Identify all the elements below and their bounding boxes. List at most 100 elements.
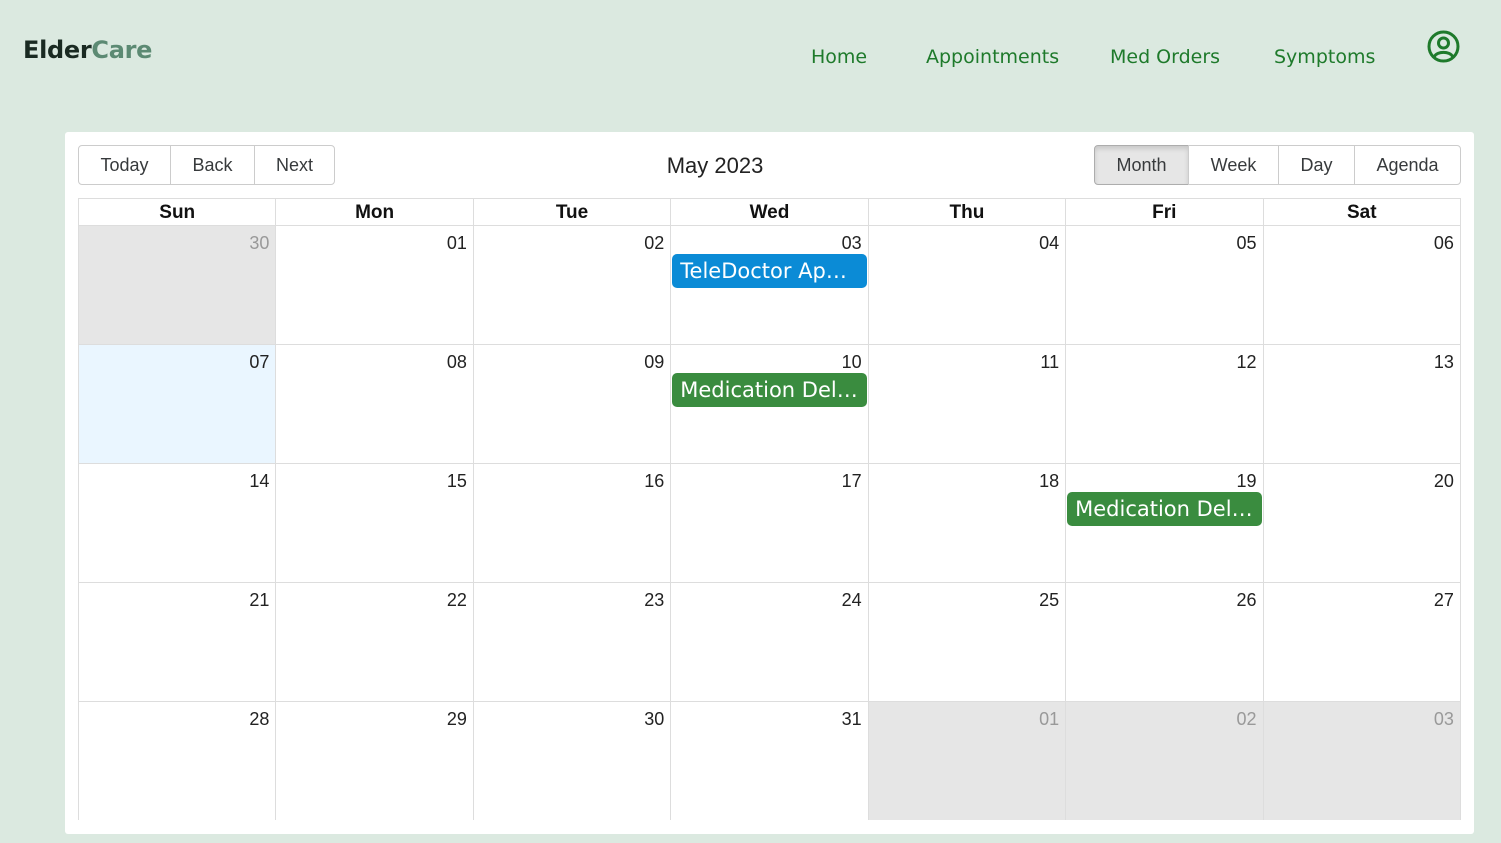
weekday-tue: Tue xyxy=(472,199,670,225)
day-number[interactable]: 29 xyxy=(447,709,467,730)
day-cell[interactable]: 05 xyxy=(1065,226,1263,344)
day-number[interactable]: 14 xyxy=(249,471,269,492)
view-agenda-button[interactable]: Agenda xyxy=(1354,145,1461,185)
day-cell[interactable]: 30 xyxy=(472,702,671,820)
day-number[interactable]: 04 xyxy=(1039,233,1059,254)
day-number[interactable]: 03 xyxy=(1434,709,1454,730)
day-number[interactable]: 25 xyxy=(1039,590,1059,611)
day-cell[interactable]: 09 xyxy=(472,345,671,463)
day-cell[interactable]: 02 xyxy=(472,226,671,344)
week-row: 07 08 09 10Medication Delivery 11 12 13 xyxy=(79,345,1460,464)
calendar-panel: Today Back Next May 2023 Month Week Day … xyxy=(65,132,1474,834)
day-number[interactable]: 15 xyxy=(447,471,467,492)
day-number[interactable]: 13 xyxy=(1434,352,1454,373)
day-cell[interactable]: 20 xyxy=(1262,464,1460,582)
day-cell[interactable]: 14 xyxy=(79,464,276,582)
day-number[interactable]: 02 xyxy=(1237,709,1257,730)
week-row: 30 01 02 03TeleDoctor Appointment 04 05 06 xyxy=(79,226,1460,345)
day-number[interactable]: 11 xyxy=(1040,352,1059,373)
day-cell[interactable]: 04 xyxy=(867,226,1066,344)
day-cell[interactable]: 22 xyxy=(275,583,473,701)
nav-appointments[interactable]: Appointments xyxy=(926,46,1059,68)
calendar-view-buttons: Month Week Day Agenda xyxy=(1094,145,1461,185)
day-number[interactable]: 27 xyxy=(1434,590,1454,611)
day-cell[interactable]: 11 xyxy=(867,345,1066,463)
day-number[interactable]: 31 xyxy=(842,709,862,730)
app-logo[interactable]: ElderCare xyxy=(23,36,152,64)
back-button[interactable]: Back xyxy=(170,145,255,185)
day-number[interactable]: 30 xyxy=(644,709,664,730)
day-cell[interactable]: 03TeleDoctor Appointment xyxy=(670,226,868,344)
day-number[interactable]: 20 xyxy=(1434,471,1454,492)
day-number[interactable]: 26 xyxy=(1237,590,1257,611)
day-cell[interactable]: 12 xyxy=(1065,345,1263,463)
day-number[interactable]: 23 xyxy=(644,590,664,611)
day-cell[interactable]: 27 xyxy=(1262,583,1460,701)
calendar-event[interactable]: TeleDoctor Appointment xyxy=(672,254,867,288)
nav-home[interactable]: Home xyxy=(811,46,867,68)
day-cell[interactable]: 29 xyxy=(275,702,473,820)
day-cell[interactable]: 25 xyxy=(867,583,1066,701)
day-number[interactable]: 05 xyxy=(1237,233,1257,254)
day-number[interactable]: 08 xyxy=(447,352,467,373)
day-cell[interactable]: 18 xyxy=(867,464,1066,582)
week-row: 21 22 23 24 25 26 27 xyxy=(79,583,1460,702)
day-cell[interactable]: 26 xyxy=(1065,583,1263,701)
account-circle-icon xyxy=(1427,30,1460,63)
day-number[interactable]: 03 xyxy=(842,233,862,254)
next-button[interactable]: Next xyxy=(254,145,335,185)
day-cell[interactable]: 02 xyxy=(1065,702,1263,820)
calendar-event[interactable]: Medication Delivery xyxy=(1067,492,1262,526)
day-cell[interactable]: 17 xyxy=(670,464,868,582)
day-cell[interactable]: 19Medication Delivery xyxy=(1065,464,1263,582)
day-cell[interactable]: 03 xyxy=(1262,702,1460,820)
view-month-button[interactable]: Month xyxy=(1094,145,1189,185)
day-number[interactable]: 30 xyxy=(249,233,269,254)
day-cell[interactable]: 07 xyxy=(79,345,276,463)
day-number[interactable]: 09 xyxy=(644,352,664,373)
week-row: 14 15 16 17 18 19Medication Delivery 20 xyxy=(79,464,1460,583)
day-cell[interactable]: 24 xyxy=(670,583,868,701)
view-day-button[interactable]: Day xyxy=(1278,145,1355,185)
day-cell[interactable]: 10Medication Delivery xyxy=(670,345,868,463)
day-number[interactable]: 16 xyxy=(644,471,664,492)
day-cell[interactable]: 01 xyxy=(867,702,1066,820)
day-number[interactable]: 21 xyxy=(249,590,269,611)
day-cell[interactable]: 23 xyxy=(472,583,671,701)
day-number[interactable]: 24 xyxy=(842,590,862,611)
day-number[interactable]: 07 xyxy=(249,352,269,373)
day-number[interactable]: 17 xyxy=(842,471,862,492)
view-week-button[interactable]: Week xyxy=(1188,145,1279,185)
profile-button[interactable] xyxy=(1427,30,1460,63)
day-number[interactable]: 28 xyxy=(249,709,269,730)
calendar-event[interactable]: Medication Delivery xyxy=(672,373,867,407)
day-number[interactable]: 02 xyxy=(644,233,664,254)
day-cell[interactable]: 16 xyxy=(472,464,671,582)
day-number[interactable]: 12 xyxy=(1237,352,1257,373)
day-cell[interactable]: 01 xyxy=(275,226,473,344)
weekday-header: Sun Mon Tue Wed Thu Fri Sat xyxy=(79,199,1460,226)
calendar-month-label: May 2023 xyxy=(666,153,764,178)
day-cell[interactable]: 28 xyxy=(79,702,276,820)
day-number[interactable]: 19 xyxy=(1237,471,1257,492)
day-cell[interactable]: 21 xyxy=(79,583,276,701)
day-number[interactable]: 10 xyxy=(842,352,862,373)
day-number[interactable]: 01 xyxy=(447,233,467,254)
weekday-sat: Sat xyxy=(1262,199,1460,225)
nav-med-orders[interactable]: Med Orders xyxy=(1110,46,1220,68)
day-cell[interactable]: 06 xyxy=(1262,226,1460,344)
day-cell[interactable]: 08 xyxy=(275,345,473,463)
day-number[interactable]: 01 xyxy=(1039,709,1059,730)
today-button[interactable]: Today xyxy=(78,145,171,185)
day-number[interactable]: 18 xyxy=(1039,471,1059,492)
calendar-nav-buttons: Today Back Next xyxy=(78,145,335,185)
weekday-wed: Wed xyxy=(670,199,867,225)
month-grid: Sun Mon Tue Wed Thu Fri Sat 30 01 02 03 Tele… xyxy=(78,198,1461,820)
day-cell[interactable]: 31 xyxy=(670,702,868,820)
day-cell[interactable]: 13 xyxy=(1262,345,1460,463)
nav-symptoms[interactable]: Symptoms xyxy=(1274,46,1375,68)
day-number[interactable]: 22 xyxy=(447,590,467,611)
day-cell[interactable]: 30 xyxy=(79,226,276,344)
day-cell[interactable]: 15 xyxy=(275,464,473,582)
day-number[interactable]: 06 xyxy=(1434,233,1454,254)
